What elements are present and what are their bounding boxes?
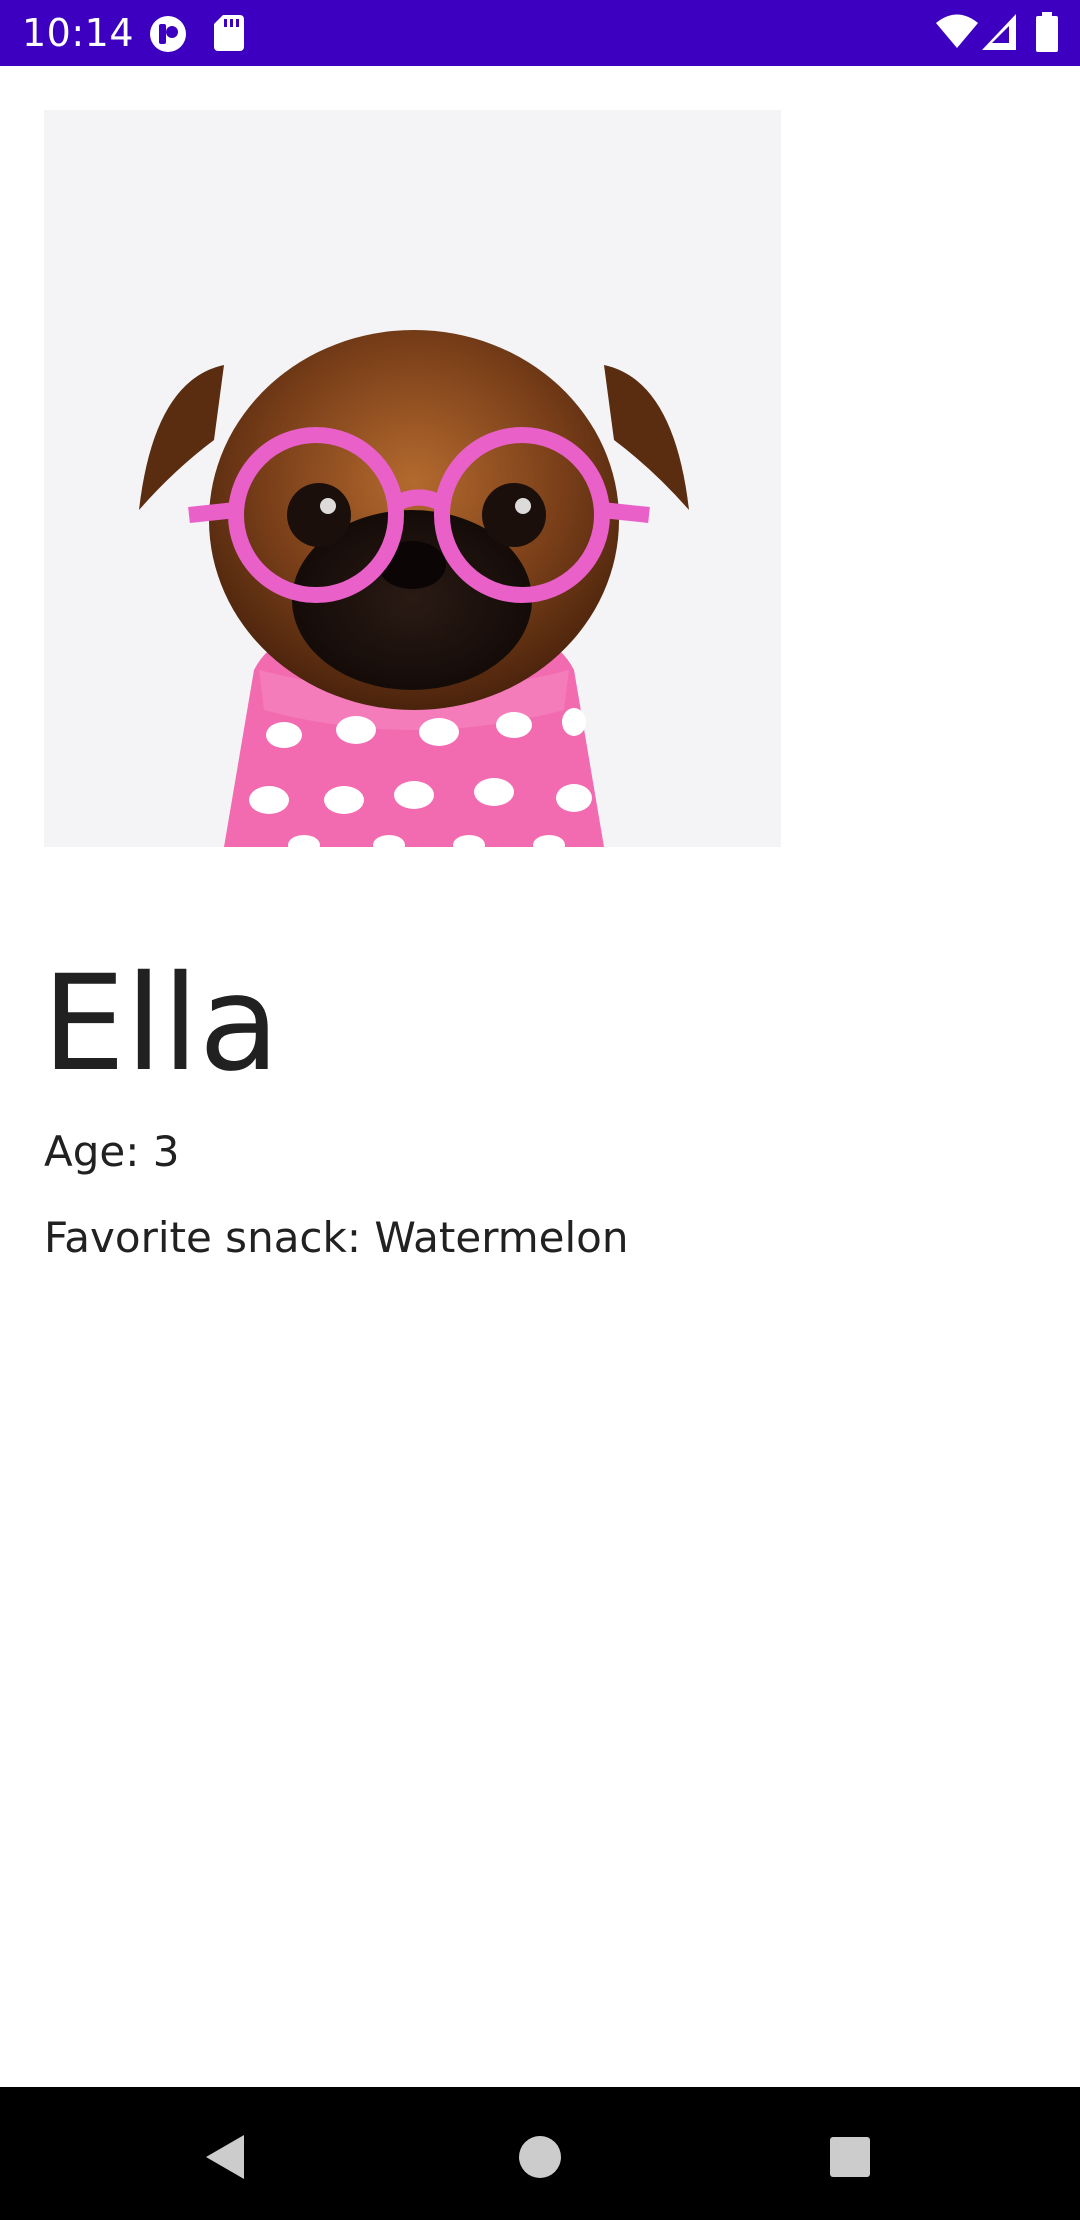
- navigation-bar: [0, 2087, 1080, 2220]
- battery-icon: [1036, 12, 1058, 52]
- puppy-illustration: [44, 110, 781, 847]
- home-icon[interactable]: [500, 2117, 580, 2197]
- wifi-icon: [936, 14, 978, 48]
- pet-age: Age: 3: [44, 1127, 180, 1176]
- pet-favorite-snack: Favorite snack: Watermelon: [44, 1213, 629, 1262]
- app-notification-icon: [150, 16, 186, 52]
- pet-profile: Ella Age: 3 Favorite snack: Watermelon: [0, 66, 1080, 2087]
- status-bar: 10:14: [0, 0, 1080, 66]
- cell-signal-icon: [982, 14, 1016, 50]
- pet-name: Ella: [42, 947, 280, 1101]
- status-time: 10:14: [22, 11, 135, 55]
- sd-card-icon: [214, 15, 244, 51]
- pet-photo: [44, 110, 781, 847]
- recents-icon[interactable]: [810, 2117, 890, 2197]
- back-icon[interactable]: [186, 2117, 266, 2197]
